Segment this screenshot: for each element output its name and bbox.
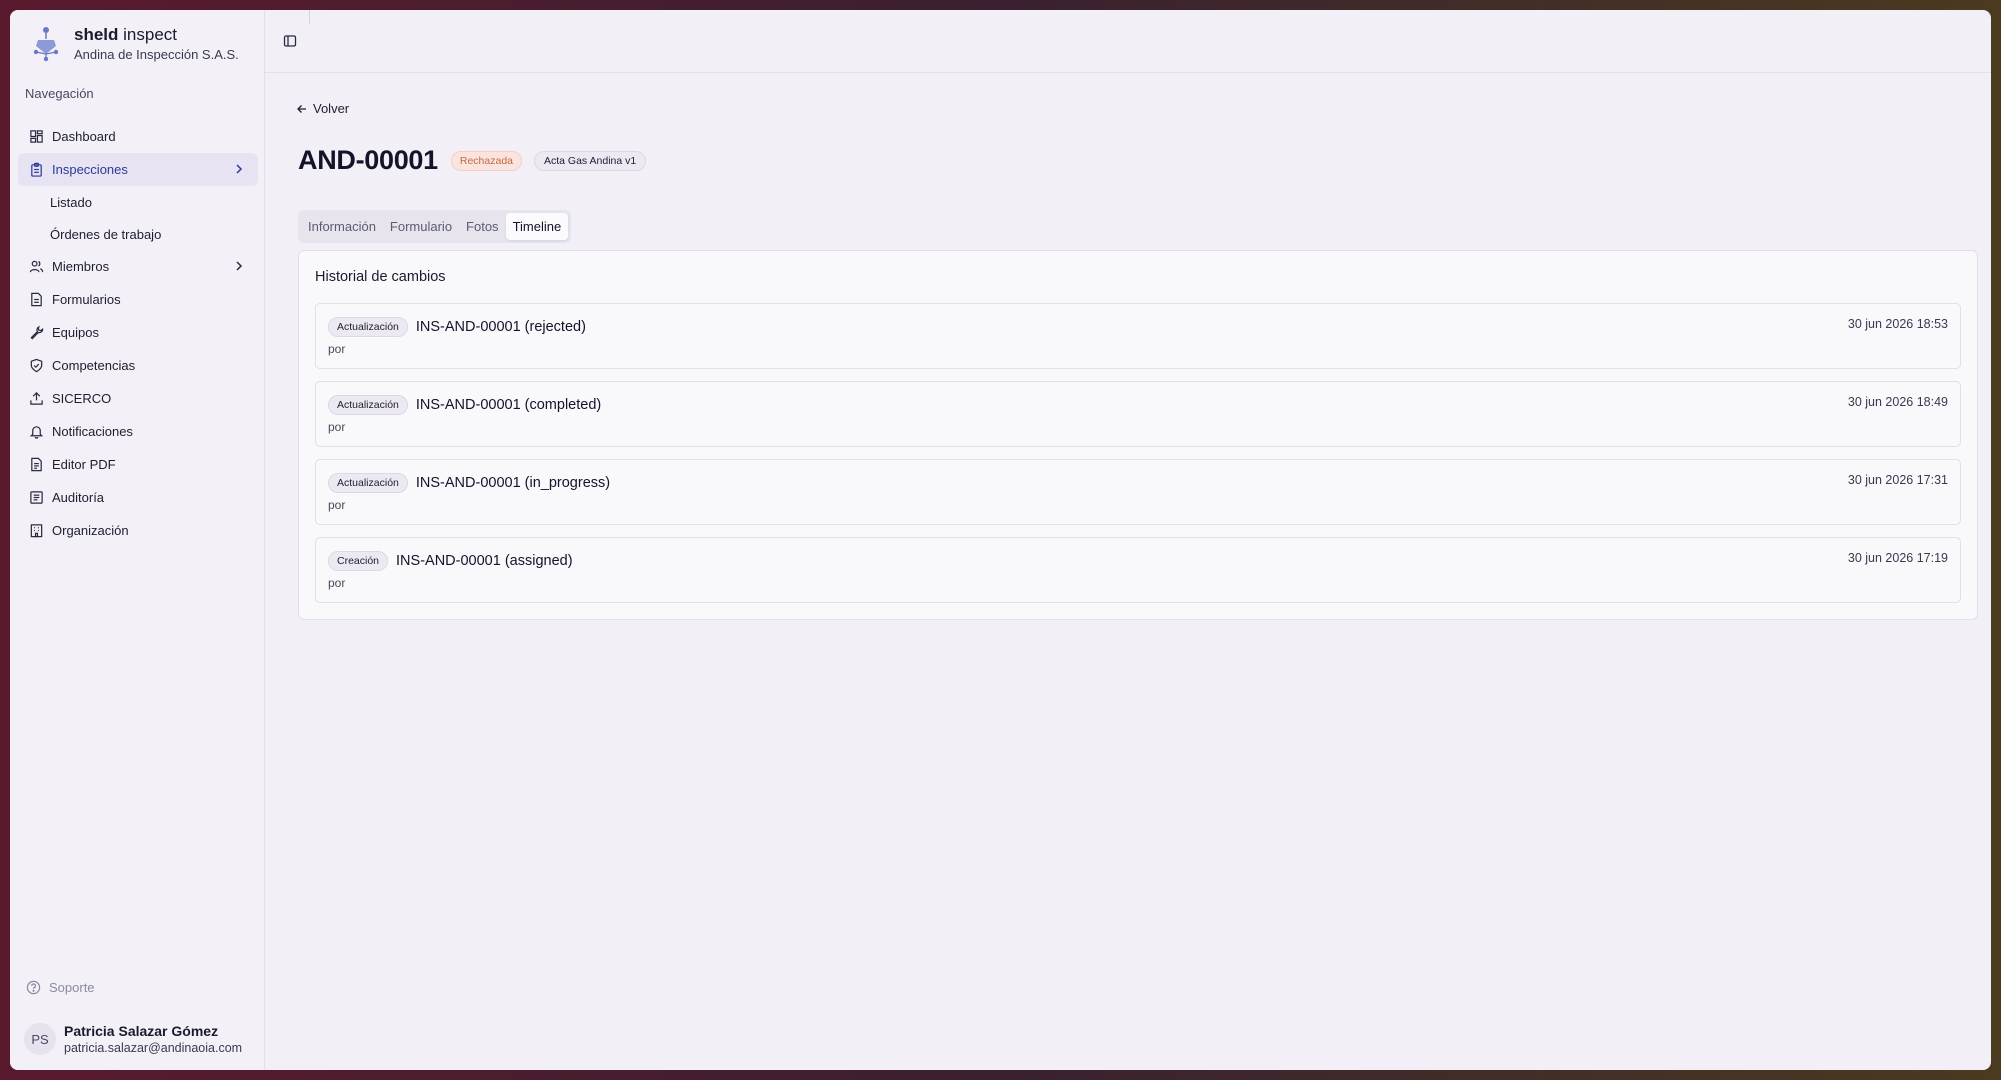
brand-logo-icon (33, 27, 59, 62)
brand-name: sheld inspect (74, 25, 177, 44)
sidebar-item-organizacion[interactable]: Organización (18, 514, 258, 547)
tab-fotos[interactable]: Fotos (459, 213, 506, 240)
user-menu[interactable]: PS Patricia Salazar Gómez patricia.salaz… (24, 1022, 242, 1056)
avatar: PS (24, 1023, 56, 1055)
building-icon (28, 523, 44, 539)
tab-timeline[interactable]: Timeline (505, 213, 569, 240)
sidebar-subitem-listado[interactable]: Listado (18, 186, 258, 218)
entry-text: INS-AND-00001 (completed) (415, 397, 602, 413)
sidebar-item-label: Equipos (52, 325, 99, 340)
sidebar-item-label: Inspecciones (52, 162, 128, 177)
sidebar-item-notificaciones[interactable]: Notificaciones (18, 415, 258, 448)
sidebar-item-label: Auditoría (52, 490, 105, 505)
sidebar-item-label: Dashboard (52, 129, 116, 144)
entry-kind-badge: Actualización (328, 317, 408, 337)
file-text-icon (28, 292, 44, 308)
sidebar-nav: Dashboard Inspecciones Listado Órdenes d… (18, 120, 258, 547)
sidebar-item-inspecciones[interactable]: Inspecciones (18, 153, 258, 186)
main-content: Volver AND-00001 Rechazada Acta Gas Andi… (265, 10, 1991, 1070)
timeline-entry: Creación INS-AND-00001 (assigned) por 30… (315, 537, 1961, 603)
help-circle-icon (26, 980, 41, 995)
entry-kind-badge: Actualización (328, 395, 408, 415)
sidebar-item-miembros[interactable]: Miembros (18, 250, 258, 283)
bell-icon (28, 424, 44, 440)
sidebar-item-label: Miembros (52, 259, 110, 274)
entry-author: por (328, 342, 346, 356)
entry-text: INS-AND-00001 (rejected) (415, 319, 586, 335)
app-window: sheld inspect Andina de Inspección S.A.S… (10, 10, 1991, 1070)
sidebar-item-label: Notificaciones (52, 424, 133, 439)
divider (309, 10, 310, 24)
timeline-entry: Actualización INS-AND-00001 (completed) … (315, 381, 1961, 447)
chevron-right-icon (236, 261, 243, 271)
back-label: Volver (313, 101, 350, 116)
title-row: AND-00001 Rechazada Acta Gas Andina v1 (298, 145, 647, 176)
tab-list: Información Formulario Fotos Timeline (298, 210, 572, 243)
arrow-left-icon (297, 104, 306, 113)
support-link[interactable]: Soporte (26, 980, 95, 995)
form-badge: Acta Gas Andina v1 (534, 150, 647, 171)
entry-author: por (328, 576, 346, 590)
file-pdf-icon (28, 457, 44, 473)
dashboard-icon (28, 129, 44, 145)
chevron-right-icon (236, 164, 243, 174)
audit-log-icon (28, 490, 44, 506)
support-label: Soporte (49, 980, 95, 995)
upload-icon (28, 391, 44, 407)
entry-date: 30 jun 2026 17:31 (1847, 473, 1948, 487)
tab-formulario[interactable]: Formulario (383, 213, 459, 240)
nav-heading: Navegación (25, 86, 94, 101)
sidebar-item-label: Formularios (52, 292, 121, 307)
user-email: patricia.salazar@andinaoia.com (64, 1041, 243, 1055)
topbar (265, 10, 1991, 73)
timeline-entry: Actualización INS-AND-00001 (in_progress… (315, 459, 1961, 525)
user-name: Patricia Salazar Gómez (64, 1023, 219, 1039)
sidebar-item-dashboard[interactable]: Dashboard (18, 120, 258, 153)
sidebar-item-editor-pdf[interactable]: Editor PDF (18, 448, 258, 481)
organization-name: Andina de Inspección S.A.S. (74, 47, 239, 62)
page-title: AND-00001 (298, 145, 438, 175)
sidebar-item-label: Organización (52, 523, 129, 538)
entry-date: 30 jun 2026 17:19 (1847, 551, 1948, 565)
sidebar-item-label: SICERCO (52, 391, 112, 406)
users-icon (28, 259, 44, 275)
entry-kind-badge: Actualización (328, 473, 408, 493)
clipboard-icon (28, 162, 44, 178)
sidebar-subitem-ordenes[interactable]: Órdenes de trabajo (18, 218, 258, 250)
entry-text: INS-AND-00001 (in_progress) (415, 475, 611, 491)
sidebar-item-sicerco[interactable]: SICERCO (18, 382, 258, 415)
entry-kind-badge: Creación (328, 551, 389, 571)
sidebar: sheld inspect Andina de Inspección S.A.S… (10, 10, 265, 1070)
timeline-list: Actualización INS-AND-00001 (rejected) p… (315, 303, 1961, 615)
timeline-card: Historial de cambios Actualización INS-A… (298, 250, 1978, 620)
entry-author: por (328, 498, 346, 512)
entry-author: por (328, 420, 346, 434)
wrench-icon (28, 325, 44, 341)
entry-date: 30 jun 2026 18:53 (1847, 317, 1948, 331)
sidebar-item-label: Competencias (52, 358, 136, 373)
sidebar-item-auditoria[interactable]: Auditoría (18, 481, 258, 514)
sidebar-item-equipos[interactable]: Equipos (18, 316, 258, 349)
shield-check-icon (28, 358, 44, 374)
sidebar-item-competencias[interactable]: Competencias (18, 349, 258, 382)
sidebar-item-label: Editor PDF (52, 457, 116, 472)
sidebar-toggle-icon[interactable] (283, 34, 297, 48)
status-badge: Rechazada (450, 150, 522, 171)
entry-date: 30 jun 2026 18:49 (1847, 395, 1948, 409)
timeline-title: Historial de cambios (315, 269, 446, 285)
back-button[interactable]: Volver (296, 101, 349, 116)
timeline-entry: Actualización INS-AND-00001 (rejected) p… (315, 303, 1961, 369)
brand[interactable]: sheld inspect Andina de Inspección S.A.S… (30, 24, 239, 64)
tab-informacion[interactable]: Información (301, 213, 383, 240)
entry-text: INS-AND-00001 (assigned) (396, 553, 573, 569)
sidebar-item-formularios[interactable]: Formularios (18, 283, 258, 316)
